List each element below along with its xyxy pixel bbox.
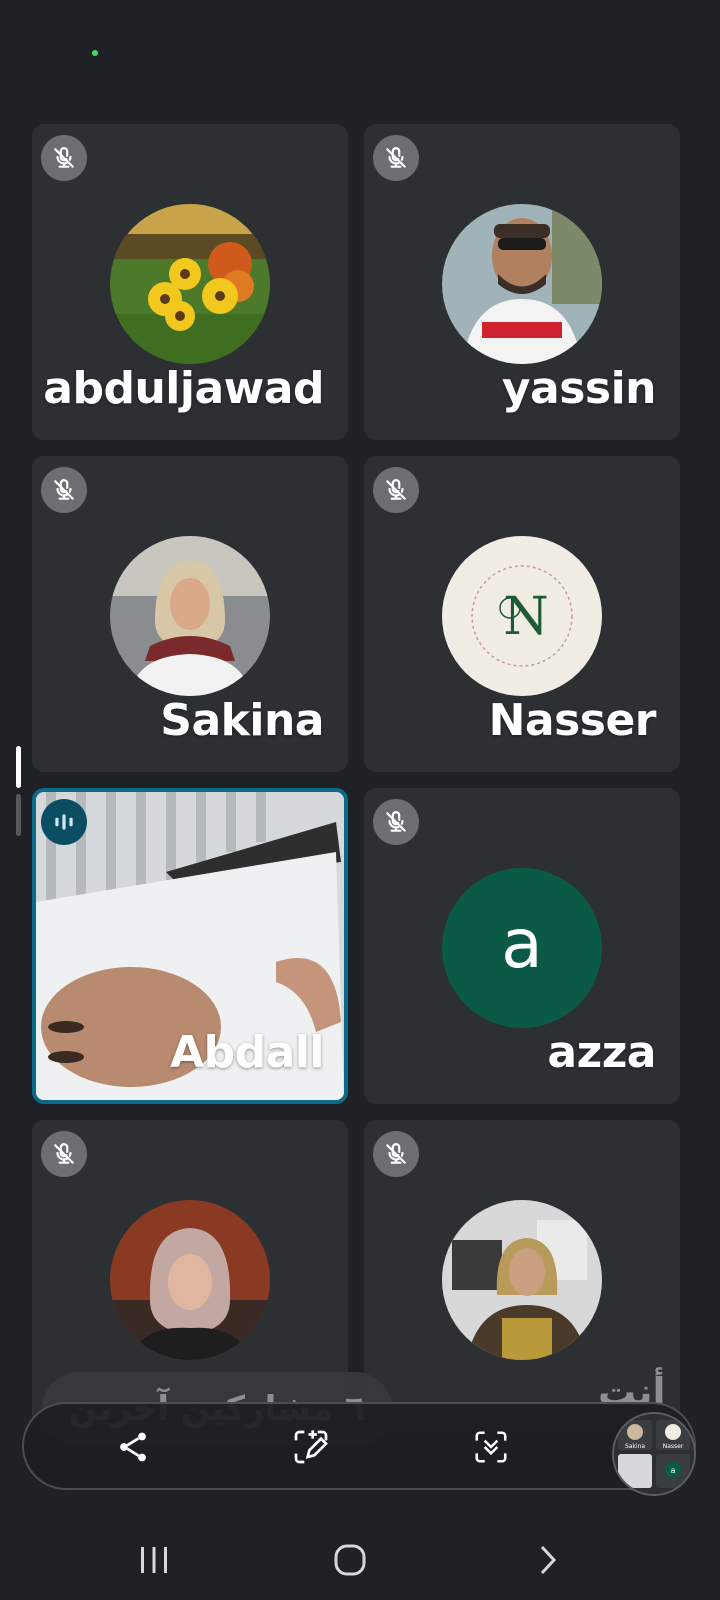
avatar [110,204,270,364]
participant-tile-abduljawad[interactable]: abduljawad [32,124,348,440]
camera-indicator-icon [92,50,98,56]
mic-off-icon [41,467,87,513]
svg-text:Sakina: Sakina [625,1443,645,1450]
avatar: N [442,536,602,696]
screenshot-toolbar [22,1402,696,1490]
recent-apps-icon[interactable] [130,1536,178,1584]
page-indicator [16,794,21,836]
speaking-indicator-icon [41,799,87,845]
mic-off-icon [373,135,419,181]
participant-tile-azza[interactable]: a azza [364,788,680,1104]
scroll-capture-icon[interactable] [466,1422,516,1472]
participant-name: Abdall [170,1027,324,1078]
mic-off-icon [41,135,87,181]
participant-name: Nasser [488,695,657,746]
avatar: a [442,868,602,1028]
svg-text:a: a [671,1466,676,1475]
mic-off-icon [373,799,419,845]
participant-name: Sakina [160,695,324,746]
back-icon[interactable] [524,1536,572,1584]
svg-text:Nasser: Nasser [663,1443,684,1450]
home-icon[interactable] [326,1536,374,1584]
participant-tile-yassin[interactable]: yassin [364,124,680,440]
mic-off-icon [373,1131,419,1177]
avatar [442,1200,602,1360]
participant-name: azza [547,1027,656,1078]
avatar [110,536,270,696]
status-area [0,0,720,110]
svg-text:N: N [503,587,549,647]
mic-off-icon [41,1131,87,1177]
avatar-initial: a [501,905,543,984]
participant-tile-abdall-active-speaker[interactable]: Abdall [32,788,348,1104]
participant-tile-sakina[interactable]: Sakina [32,456,348,772]
avatar [442,204,602,364]
avatar [110,1200,270,1360]
page-indicator-active [16,746,21,788]
share-icon[interactable] [108,1422,158,1472]
participant-name: abduljawad [43,363,324,414]
participant-name: yassin [501,363,657,414]
screenshot-thumbnail[interactable]: Sakina Nasser a [612,1412,696,1496]
annotate-icon[interactable] [286,1422,336,1472]
mic-off-icon [373,467,419,513]
participant-tile-nasser[interactable]: N Nasser [364,456,680,772]
